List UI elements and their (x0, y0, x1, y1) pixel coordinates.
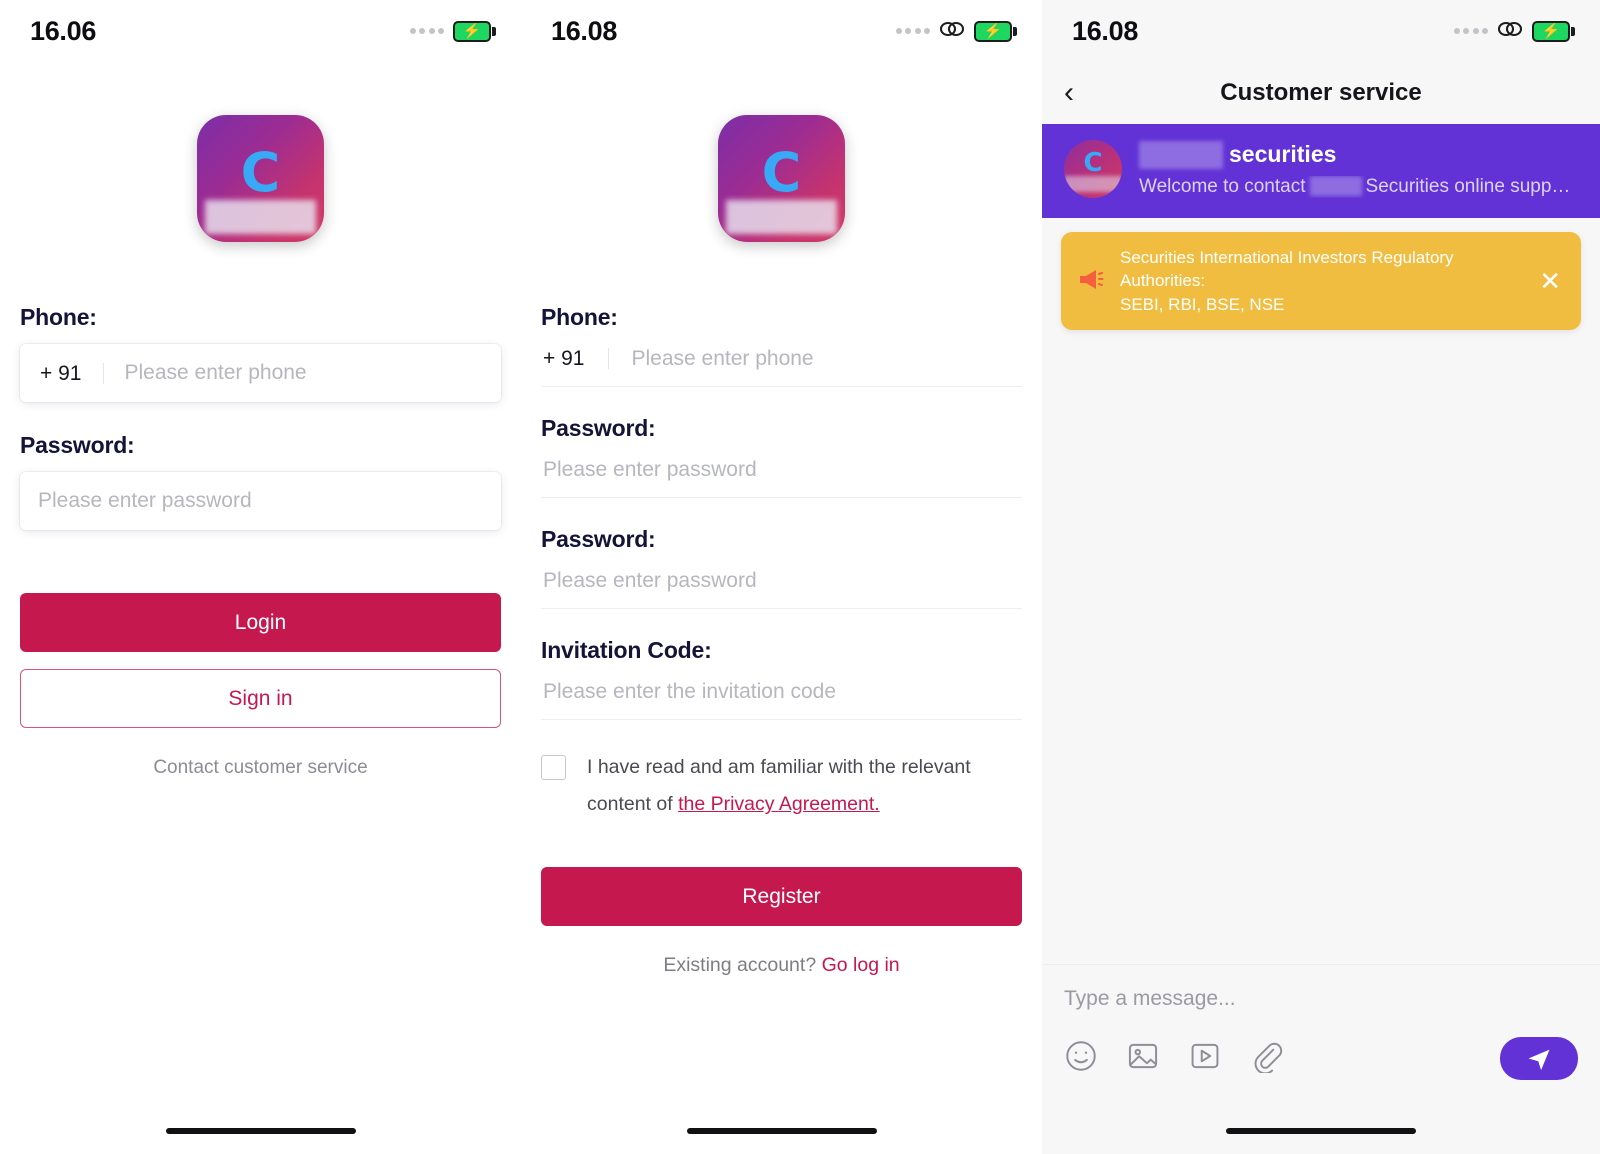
phone-placeholder: Please enter phone (124, 361, 307, 384)
avatar: C (1064, 140, 1122, 198)
megaphone-icon (1077, 266, 1107, 297)
logo-letter: C (240, 141, 281, 204)
invitation-code-placeholder: Please enter the invitation code (543, 679, 837, 703)
status-indicators: ⚡ (409, 20, 496, 42)
avatar-redacted-brand (1064, 176, 1122, 192)
phone-placeholder: Please enter phone (631, 346, 814, 370)
country-code[interactable]: + 91 (20, 362, 105, 384)
back-icon[interactable]: ‹ (1064, 78, 1074, 108)
status-time: 16.06 (30, 15, 97, 46)
contact-customer-service-link[interactable]: Contact customer service (20, 757, 501, 779)
login-button[interactable]: Login (20, 593, 501, 652)
video-icon[interactable] (1188, 1039, 1222, 1078)
status-time: 16.08 (1072, 15, 1139, 46)
home-indicator (1226, 1128, 1416, 1134)
chain-link-icon (1497, 19, 1523, 44)
screenshot-root: 16.06 ⚡ C Phone: + 91 Please enter phone… (0, 0, 1600, 1154)
message-input[interactable]: Type a message... (1064, 987, 1578, 1011)
phone-input[interactable]: + 91 Please enter phone (20, 344, 501, 402)
country-code[interactable]: + 91 (541, 348, 610, 369)
password-placeholder: Please enter password (38, 489, 252, 512)
home-indicator (686, 1128, 877, 1134)
password-input[interactable]: Please enter password (20, 472, 501, 530)
confirm-password-placeholder: Please enter password (543, 568, 757, 592)
agent-name-suffix: securities (1229, 141, 1337, 167)
invitation-code-input[interactable]: Please enter the invitation code (541, 664, 1022, 720)
emoji-icon[interactable] (1064, 1039, 1098, 1078)
existing-account-text: Existing account? (663, 954, 817, 977)
app-logo-container: C (521, 115, 1042, 242)
confirm-password-input[interactable]: Please enter password (541, 553, 1022, 609)
password-input[interactable]: Please enter password (541, 442, 1022, 498)
customer-service-screen: 16.08 ⚡ ‹ Customer service C securities … (1042, 0, 1600, 1154)
status-bar-chat: 16.08 ⚡ (1042, 0, 1600, 62)
status-indicators: ⚡ (895, 19, 1017, 44)
agent-welcome: Welcome to contact Securities online supp… (1139, 176, 1578, 198)
register-form: Phone: + 91 Please enter phone Password:… (521, 304, 1042, 977)
phone-label: Phone: (20, 304, 97, 330)
confirm-password-label: Password: (541, 526, 656, 552)
password-label: Password: (20, 432, 135, 458)
app-logo-icon: C (197, 115, 324, 242)
status-time: 16.08 (551, 15, 618, 46)
logo-letter: C (761, 141, 802, 204)
agreement-row: I have read and am familiar with the rel… (541, 752, 1022, 819)
regulatory-notice-banner: Securities International Investors Regul… (1061, 232, 1581, 331)
composer-tools (1064, 1039, 1284, 1078)
login-screen: 16.06 ⚡ C Phone: + 91 Please enter phone… (0, 0, 521, 1154)
agent-name: securities (1139, 140, 1578, 169)
go-log-in-link[interactable]: Go log in (822, 954, 900, 976)
welcome-suffix: Securities online supp… (1365, 175, 1571, 197)
status-bar-login: 16.06 ⚡ (0, 0, 521, 62)
agent-banner: C securities Welcome to contact Securitie… (1042, 124, 1600, 218)
redacted-brand-name (1139, 140, 1223, 169)
app-logo-container: C (0, 115, 521, 242)
agreement-checkbox[interactable] (541, 755, 566, 780)
signal-dots-icon (409, 28, 444, 34)
register-button[interactable]: Register (541, 867, 1022, 927)
banner-text-block: securities Welcome to contact Securities … (1139, 140, 1578, 198)
phone-label: Phone: (541, 304, 618, 330)
chain-link-icon (939, 19, 965, 44)
notice-line-2: SEBI, RBI, BSE, NSE (1120, 294, 1285, 314)
welcome-prefix: Welcome to contact (1139, 175, 1306, 197)
battery-charging-icon: ⚡ (1532, 20, 1575, 42)
close-icon[interactable]: ✕ (1535, 268, 1565, 294)
page-title: Customer service (1220, 79, 1422, 106)
send-button[interactable] (1500, 1037, 1578, 1080)
invitation-code-label: Invitation Code: (541, 637, 712, 663)
status-indicators: ⚡ (1453, 19, 1575, 44)
privacy-agreement-link[interactable]: the Privacy Agreement. (678, 789, 880, 819)
existing-account-row: Existing account? Go log in (541, 954, 1022, 977)
password-placeholder: Please enter password (543, 457, 757, 481)
battery-charging-icon: ⚡ (974, 20, 1017, 42)
logo-redacted-brand (205, 200, 316, 234)
composer-toolbar (1064, 1037, 1578, 1080)
signin-button[interactable]: Sign in (20, 669, 501, 728)
attachment-icon[interactable] (1250, 1039, 1284, 1078)
chat-navbar: ‹ Customer service (1042, 62, 1600, 124)
notice-text: Securities International Investors Regul… (1120, 246, 1522, 316)
signal-dots-icon (895, 28, 930, 34)
login-form: Phone: + 91 Please enter phone Password:… (0, 304, 521, 779)
message-composer: Type a message... (1042, 964, 1600, 1090)
battery-charging-icon: ⚡ (453, 20, 496, 42)
phone-input[interactable]: + 91 Please enter phone (541, 331, 1022, 387)
avatar-logo-letter: C (1083, 148, 1103, 178)
logo-redacted-brand (726, 200, 837, 234)
notice-line-1: Securities International Investors Regul… (1120, 248, 1454, 291)
password-label: Password: (541, 415, 656, 441)
redacted-brand-name-2 (1309, 176, 1362, 197)
agreement-text-block: I have read and am familiar with the rel… (587, 752, 1017, 819)
image-icon[interactable] (1126, 1039, 1160, 1078)
signal-dots-icon (1453, 28, 1488, 34)
home-indicator (165, 1128, 356, 1134)
app-logo-icon: C (718, 115, 845, 242)
status-bar-register: 16.08 ⚡ (521, 0, 1042, 62)
register-screen: 16.08 ⚡ C Phone: + 91 Please enter phone… (521, 0, 1042, 1154)
